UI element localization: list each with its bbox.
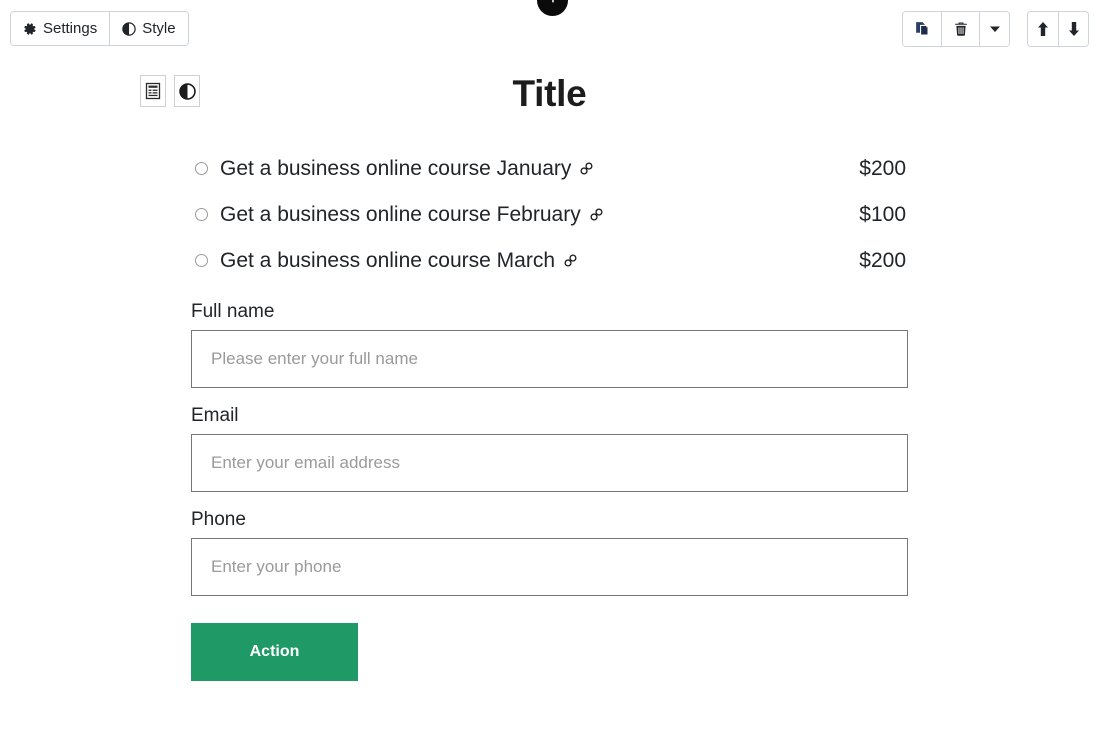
- option-label: Get a business online course February: [220, 202, 581, 226]
- option-price: $200: [859, 156, 906, 180]
- field-email: Email: [191, 405, 908, 492]
- style-button[interactable]: Style: [109, 12, 188, 45]
- form-area: Get a business online course January $20…: [191, 146, 908, 705]
- link-icon[interactable]: [579, 161, 594, 176]
- phone-input[interactable]: [191, 537, 908, 596]
- option-radio[interactable]: [195, 254, 208, 268]
- full-name-input[interactable]: [191, 329, 908, 388]
- page-title: Title: [512, 73, 587, 114]
- block-edit-button-group: [902, 11, 1010, 47]
- info-badge-icon[interactable]: [537, 0, 568, 16]
- field-phone: Phone: [191, 509, 908, 596]
- option-price: $200: [859, 248, 906, 272]
- field-label-phone: Phone: [191, 508, 246, 530]
- editor-toolbar: Settings Style: [0, 0, 1099, 57]
- caret-down-icon: [989, 24, 1000, 34]
- option-price: $100: [859, 202, 906, 226]
- option-radio[interactable]: [195, 162, 208, 176]
- trash-icon: [953, 21, 969, 37]
- email-input[interactable]: [191, 433, 908, 492]
- move-up-button[interactable]: [1028, 12, 1058, 46]
- block-move-button-group: [1027, 11, 1089, 47]
- option-radio[interactable]: [195, 208, 208, 222]
- contrast-circle-icon: [122, 21, 136, 36]
- link-icon[interactable]: [563, 253, 578, 268]
- delete-button[interactable]: [941, 12, 979, 46]
- gear-icon: [23, 22, 37, 36]
- settings-button-label: Settings: [43, 20, 98, 37]
- link-icon[interactable]: [589, 207, 604, 222]
- action-button-wrap: Action: [191, 622, 908, 705]
- arrow-down-icon: [1067, 21, 1081, 37]
- field-label-email: Email: [191, 404, 239, 426]
- page-content: Title Get a business online course Janua…: [0, 57, 1099, 705]
- option-row[interactable]: Get a business online course January $20…: [191, 146, 908, 192]
- action-button[interactable]: Action: [191, 622, 358, 681]
- option-label: Get a business online course January: [220, 156, 572, 180]
- option-label: Get a business online course March: [220, 248, 556, 272]
- option-row[interactable]: Get a business online course February $1…: [191, 192, 908, 238]
- arrow-up-icon: [1036, 21, 1050, 37]
- option-row[interactable]: Get a business online course March $200: [191, 238, 908, 284]
- settings-style-button-group: Settings Style: [10, 11, 189, 46]
- field-full-name: Full name: [191, 301, 908, 388]
- move-down-button[interactable]: [1058, 12, 1088, 46]
- options-list: Get a business online course January $20…: [191, 146, 908, 284]
- duplicate-button[interactable]: [903, 12, 941, 46]
- style-button-label: Style: [142, 20, 176, 37]
- duplicate-icon: [914, 21, 931, 38]
- settings-button[interactable]: Settings: [11, 12, 110, 45]
- field-label-full-name: Full name: [191, 300, 275, 322]
- more-options-button[interactable]: [979, 12, 1009, 46]
